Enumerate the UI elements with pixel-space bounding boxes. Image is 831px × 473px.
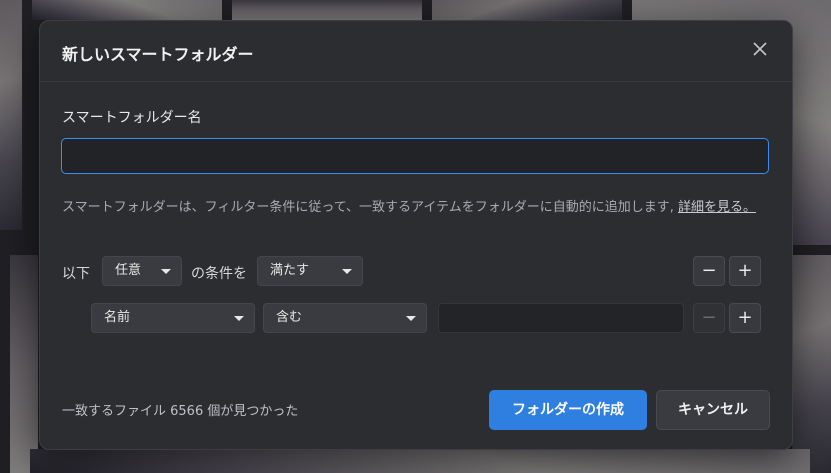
- chevron-down-icon: [234, 316, 244, 321]
- rule-field-select[interactable]: 名前: [91, 303, 255, 333]
- remove-condition-group-button[interactable]: −: [693, 256, 725, 286]
- chevron-down-icon: [406, 316, 416, 321]
- folder-name-label: スマートフォルダー名: [62, 110, 202, 126]
- chevron-down-icon: [161, 269, 171, 274]
- description-body: スマートフォルダーは、フィルター条件に従って、一致するアイテムをフォルダーに自動…: [62, 200, 674, 215]
- folder-name-input[interactable]: [61, 138, 769, 174]
- condition-prefix: 以下: [62, 266, 90, 282]
- smart-folder-dialog: 新しいスマートフォルダー スマートフォルダー名 スマートフォルダーは、フィルター…: [39, 20, 793, 450]
- description-text: スマートフォルダーは、フィルター条件に従って、一致するアイテムをフォルダーに自動…: [62, 196, 756, 215]
- match-type-select[interactable]: 任意: [102, 256, 182, 286]
- satisfy-value: 満たす: [270, 263, 310, 278]
- close-icon: [753, 42, 767, 56]
- close-button[interactable]: [750, 39, 770, 59]
- satisfy-select[interactable]: 満たす: [257, 256, 363, 286]
- chevron-down-icon: [342, 269, 352, 274]
- match-count-status: 一致するファイル 6566 個が見つかった: [62, 404, 299, 419]
- rule-value-input[interactable]: [438, 303, 684, 333]
- rule-operator-select[interactable]: 含む: [263, 303, 427, 333]
- create-folder-button[interactable]: フォルダーの作成: [489, 390, 647, 430]
- match-type-value: 任意: [115, 263, 142, 278]
- dialog-header: 新しいスマートフォルダー: [40, 21, 792, 82]
- rule-field-value: 名前: [104, 310, 131, 325]
- add-condition-group-button[interactable]: +: [729, 256, 761, 286]
- learn-more-link[interactable]: 詳細を見る。: [678, 200, 756, 215]
- remove-rule-button[interactable]: −: [693, 303, 725, 333]
- rule-operator-value: 含む: [276, 310, 303, 325]
- add-rule-button[interactable]: +: [729, 303, 761, 333]
- dialog-title: 新しいスマートフォルダー: [62, 45, 254, 64]
- condition-middle-text: の条件を: [191, 266, 247, 282]
- cancel-button[interactable]: キャンセル: [656, 390, 770, 430]
